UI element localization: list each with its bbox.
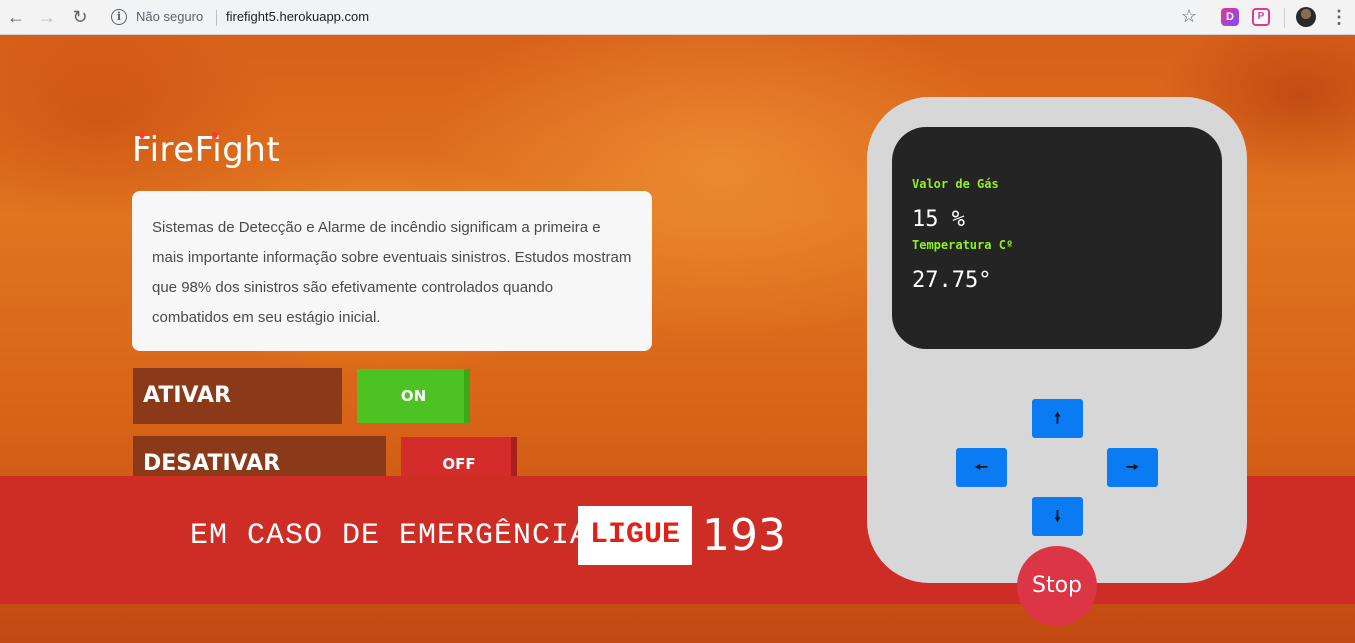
omnibox-divider (216, 10, 217, 26)
browser-toolbar: ← → ↻ i Não seguro firefight5.herokuapp.… (0, 0, 1355, 35)
dpad-down-button[interactable]: 🠗 (1032, 497, 1083, 536)
info-icon[interactable]: i (111, 9, 127, 25)
info-description: Sistemas de Detecção e Alarme de incêndi… (152, 219, 632, 326)
firefight-logo: FireFight (132, 130, 280, 170)
ligue-badge: LIGUE (578, 506, 692, 565)
info-card: Sistemas de Detecção e Alarme de incêndi… (132, 191, 652, 351)
dpad-left-button[interactable]: 🠔 (956, 448, 1007, 487)
url-text[interactable]: firefight5.herokuapp.com (226, 9, 369, 24)
extension-pocket-icon[interactable]: P (1252, 8, 1270, 26)
logo-text: FireFight (132, 130, 281, 170)
gas-label: Valor de Gás (912, 177, 999, 191)
activate-alarm-label: ATIVAR ALARME (133, 368, 342, 464)
emergency-number: 193 (702, 510, 786, 561)
page-background: FireFight Sistemas de Detecção e Alarme … (0, 35, 1355, 643)
arrow-right-icon: 🠖 (1125, 459, 1140, 476)
security-label[interactable]: Não seguro (136, 9, 203, 24)
stop-button[interactable]: Stop (1017, 546, 1097, 626)
sensor-device: Valor de Gás 15 % Temperatura Cº 27.75° … (867, 97, 1247, 583)
toolbar-divider (1284, 8, 1285, 28)
reload-icon[interactable]: ↻ (69, 6, 91, 28)
arrow-up-icon: 🠕 (1054, 410, 1061, 427)
alarm-on-button[interactable]: ON (357, 369, 470, 423)
back-icon[interactable]: ← (5, 6, 27, 28)
extension-d-icon[interactable]: D (1221, 8, 1239, 26)
temperature-label: Temperatura Cº (912, 238, 1014, 252)
profile-avatar[interactable] (1296, 7, 1316, 27)
emergency-text: EM CASO DE EMERGÊNCIA (190, 519, 590, 553)
arrow-down-icon: 🠗 (1054, 508, 1061, 525)
temperature-value: 27.75° (912, 268, 992, 293)
menu-kebab-icon[interactable]: ⋮ (1330, 5, 1348, 29)
device-screen: Valor de Gás 15 % Temperatura Cº 27.75° (892, 127, 1222, 349)
dpad-right-button[interactable]: 🠖 (1107, 448, 1158, 487)
address-bar[interactable]: i Não seguro firefight5.herokuapp.com ☆ (103, 4, 1205, 31)
bookmark-star-icon[interactable]: ☆ (1181, 6, 1197, 27)
forward-icon[interactable]: → (36, 6, 58, 28)
gas-value: 15 % (912, 207, 965, 232)
dpad-up-button[interactable]: 🠕 (1032, 399, 1083, 438)
arrow-left-icon: 🠔 (974, 459, 989, 476)
